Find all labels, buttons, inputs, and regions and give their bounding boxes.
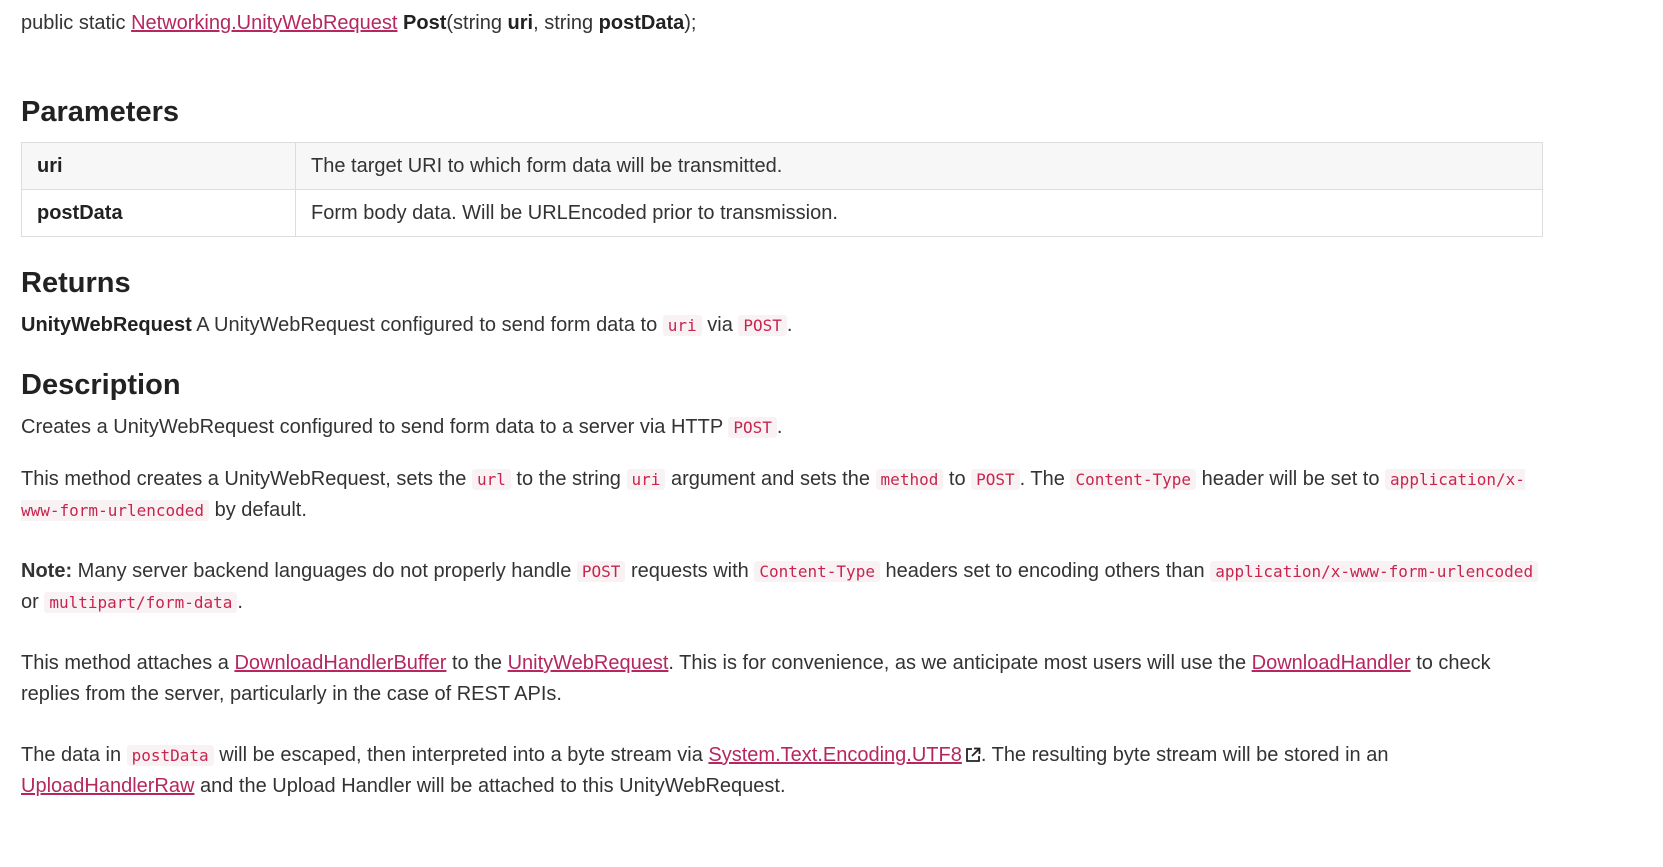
returns-text: UnityWebRequest A UnityWebRequest config… (21, 310, 1543, 341)
external-link-icon[interactable] (965, 742, 981, 762)
param-description-cell: Form body data. Will be URLEncoded prior… (295, 189, 1543, 237)
param-postdata-name: postData (598, 12, 685, 34)
param-name-cell: postData (21, 189, 296, 237)
text-run: headers set to encoding others than (879, 560, 1211, 582)
param-uri-name: uri (507, 12, 534, 34)
text-run: . (776, 416, 783, 438)
text-run: . The (1019, 468, 1071, 490)
method-name: Post (403, 12, 447, 34)
code-post: POST (738, 315, 787, 336)
text-run: to the (446, 652, 508, 674)
text-run: header will be set to (1196, 468, 1386, 490)
code-content-type: Content-Type (754, 561, 880, 582)
code-post: POST (971, 469, 1020, 490)
text-run: Many server backend languages do not pro… (72, 560, 577, 582)
signature-close: ); (684, 12, 697, 34)
text-run: requests with (625, 560, 755, 582)
downloadhandlerbuffer-link[interactable]: DownloadHandlerBuffer (234, 652, 446, 674)
description-paragraph-5: The data in postData will be escaped, th… (21, 740, 1543, 802)
text-run: will be escaped, then interpreted into a… (213, 744, 709, 766)
uploadhandlerraw-link[interactable]: UploadHandlerRaw (21, 775, 194, 797)
parameters-heading: Parameters (21, 96, 179, 128)
returns-text-part: . (786, 314, 793, 336)
code-post: POST (576, 561, 626, 582)
table-row: uri The target URI to which form data wi… (21, 142, 1543, 190)
encoding-utf8-link[interactable]: System.Text.Encoding.UTF8 (708, 744, 961, 766)
text-run: . The resulting byte stream will be stor… (980, 744, 1389, 766)
parameters-table: uri The target URI to which form data wi… (21, 142, 1543, 237)
code-method: method (875, 469, 944, 490)
text-run: to the string (510, 468, 627, 490)
text-run: to (943, 468, 972, 490)
returns-heading: Returns (21, 267, 131, 299)
description-heading: Description (21, 369, 181, 401)
code-uri: uri (626, 469, 666, 490)
text-run: and the Upload Handler will be attached … (194, 775, 786, 797)
code-multipart: multipart/form-data (44, 592, 238, 613)
signature-separator: , string (533, 12, 599, 34)
table-row: postData Form body data. Will be URLEnco… (21, 189, 1543, 237)
param-description-cell: The target URI to which form data will b… (295, 142, 1543, 190)
param-name-cell: uri (21, 142, 296, 190)
code-post: POST (728, 417, 777, 438)
note-label: Note: (21, 560, 73, 582)
text-run: Creates a UnityWebRequest configured to … (21, 416, 729, 438)
code-url: url (471, 469, 511, 490)
text-run: by default. (209, 499, 307, 521)
signature-prefix: public static (21, 12, 132, 34)
description-paragraph-4: This method attaches a DownloadHandlerBu… (21, 648, 1543, 710)
description-paragraph-1: Creates a UnityWebRequest configured to … (21, 412, 1543, 443)
text-run: or (21, 591, 45, 613)
text-run: argument and sets the (665, 468, 876, 490)
unitywebrequest-link[interactable]: UnityWebRequest (508, 652, 669, 674)
signature-open: (string (446, 12, 508, 34)
text-run: . This is for convenience, as we anticip… (668, 652, 1252, 674)
description-paragraph-2: This method creates a UnityWebRequest, s… (21, 464, 1543, 526)
note-paragraph: Note: Many server backend languages do n… (21, 556, 1543, 618)
code-postdata: postData (126, 745, 214, 766)
doc-page: public static Networking.UnityWebRequest… (0, 10, 1663, 802)
code-uri: uri (662, 315, 702, 336)
method-signature: public static Networking.UnityWebRequest… (21, 10, 1543, 36)
downloadhandler-link[interactable]: DownloadHandler (1252, 652, 1411, 674)
code-form-urlencoded: application/x-www-form-urlencoded (1210, 561, 1539, 582)
return-type-link[interactable]: Networking.UnityWebRequest (131, 12, 397, 34)
returns-text-part: via (701, 314, 739, 336)
returns-type: UnityWebRequest (21, 314, 192, 336)
returns-text-part: A UnityWebRequest configured to send for… (191, 314, 663, 336)
text-run: This method attaches a (21, 652, 235, 674)
text-run: This method creates a UnityWebRequest, s… (21, 468, 472, 490)
code-content-type: Content-Type (1070, 469, 1197, 490)
text-run: The data in (21, 744, 127, 766)
text-run: . (237, 591, 243, 613)
